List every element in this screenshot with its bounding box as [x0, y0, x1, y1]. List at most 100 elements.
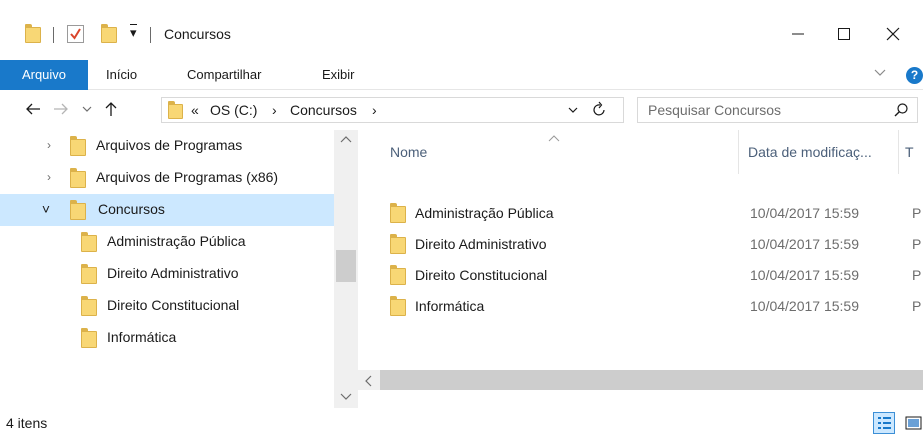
folder-icon [25, 24, 41, 43]
folder-icon [70, 200, 86, 220]
new-folder-icon[interactable] [101, 24, 117, 43]
breadcrumb-overflow[interactable]: « [191, 102, 199, 118]
navigation-bar: « OS (C:) › Concursos › [0, 90, 923, 130]
scroll-up-arrow-icon[interactable] [334, 134, 358, 146]
maximize-icon [838, 28, 850, 40]
minimize-button[interactable] [775, 18, 821, 50]
breadcrumb-concursos[interactable]: Concursos [290, 102, 357, 118]
up-arrow-icon [105, 102, 117, 116]
refresh-icon [593, 101, 605, 116]
folder-icon [70, 136, 86, 156]
navigation-pane: › Arquivos de Programas › Arquivos de Pr… [0, 130, 358, 414]
address-dropdown-button[interactable] [567, 104, 579, 119]
tab-compartilhar[interactable]: Compartilhar [187, 60, 261, 90]
folder-icon [81, 328, 97, 348]
file-row[interactable]: Informática 10/04/2017 15:59 P [382, 293, 923, 319]
details-view-button[interactable] [873, 412, 895, 434]
minimize-icon [792, 33, 804, 35]
forward-button[interactable] [50, 98, 72, 120]
tab-arquivo[interactable]: Arquivo [0, 60, 88, 90]
file-row[interactable]: Administração Pública 10/04/2017 15:59 P [382, 200, 923, 226]
column-divider[interactable] [898, 130, 899, 174]
address-bar[interactable]: « OS (C:) › Concursos › [161, 97, 624, 123]
column-divider[interactable] [738, 130, 739, 174]
chevron-down-icon [568, 107, 578, 113]
tree-item-arquivos-de-programas[interactable]: › Arquivos de Programas [0, 130, 334, 162]
file-name: Administração Pública [415, 205, 554, 221]
chevron-right-icon[interactable]: › [43, 170, 55, 184]
folder-icon [81, 296, 97, 316]
folder-icon [390, 265, 406, 285]
column-header-name[interactable]: Nome [390, 130, 740, 174]
forward-arrow-icon [54, 103, 68, 115]
file-row[interactable]: Direito Constitucional 10/04/2017 15:59 … [382, 262, 923, 288]
file-date: 10/04/2017 15:59 [750, 236, 859, 252]
file-type: P [912, 298, 922, 314]
column-header-label: Data de modificaç... [748, 144, 872, 160]
folder-icon [81, 232, 97, 252]
file-type: P [912, 236, 922, 252]
tree-item-label: Administração Pública [107, 233, 246, 249]
scroll-left-arrow-icon[interactable] [364, 375, 372, 390]
properties-check-icon[interactable] [67, 25, 84, 43]
column-header-type[interactable]: T [905, 130, 923, 174]
tree-item-direito-administrativo[interactable]: Direito Administrativo [0, 258, 334, 290]
file-name: Informática [415, 298, 485, 314]
search-box[interactable] [637, 97, 918, 123]
scroll-down-arrow-icon[interactable] [334, 392, 358, 404]
up-button[interactable] [100, 98, 122, 120]
file-type: P [912, 205, 922, 221]
horizontal-scrollbar[interactable] [358, 370, 923, 390]
title-bar: ▾ Concursos [0, 0, 923, 60]
search-input[interactable] [648, 101, 878, 119]
tree-item-arquivos-de-programas-x86[interactable]: › Arquivos de Programas (x86) [0, 162, 334, 194]
expand-ribbon-icon[interactable] [874, 66, 886, 80]
file-date: 10/04/2017 15:59 [750, 298, 859, 314]
recent-locations-button[interactable] [76, 98, 98, 120]
search-icon[interactable] [893, 102, 909, 121]
tree-item-label: Informática [107, 329, 177, 345]
item-count: 4 itens [6, 415, 48, 431]
large-icons-view-icon [905, 416, 922, 430]
horizontal-scroll-thumb[interactable] [380, 370, 923, 390]
column-header-date[interactable]: Data de modificaç... [748, 130, 898, 174]
chevron-right-icon[interactable]: › [43, 138, 55, 152]
tree-item-direito-constitucional[interactable]: Direito Constitucional [0, 290, 334, 322]
chevron-down-icon [82, 106, 92, 112]
column-header-label: T [905, 144, 914, 160]
tree-item-informatica[interactable]: Informática [0, 322, 334, 354]
breadcrumb-separator[interactable]: › [372, 102, 377, 118]
breadcrumb-os-c[interactable]: OS (C:) [210, 102, 257, 118]
tree-item-concursos[interactable]: ˅ Concursos [0, 194, 334, 226]
chevron-down-icon[interactable]: ˅ [40, 201, 52, 217]
folder-icon [81, 264, 97, 284]
tree-item-label: Direito Constitucional [107, 297, 240, 313]
close-button[interactable] [870, 18, 916, 50]
customize-quick-access-button[interactable]: ▾ [130, 24, 137, 41]
tree-item-label: Arquivos de Programas (x86) [96, 169, 279, 185]
maximize-button[interactable] [821, 18, 867, 50]
file-type: P [912, 267, 922, 283]
column-header-label: Nome [390, 144, 428, 160]
file-date: 10/04/2017 15:59 [750, 267, 859, 283]
folder-icon [390, 296, 406, 316]
file-row[interactable]: Direito Administrativo 10/04/2017 15:59 … [382, 231, 923, 257]
back-button[interactable] [22, 98, 44, 120]
toolbar-divider [150, 27, 151, 43]
nav-pane-scroll-thumb[interactable] [336, 250, 356, 282]
folder-icon [70, 168, 86, 188]
tab-exibir[interactable]: Exibir [322, 60, 355, 90]
folder-icon [390, 234, 406, 254]
file-date: 10/04/2017 15:59 [750, 205, 859, 221]
folder-icon [168, 101, 183, 119]
toolbar-divider [53, 27, 54, 43]
help-button[interactable]: ? [906, 67, 923, 84]
refresh-button[interactable] [592, 101, 608, 122]
breadcrumb-separator[interactable]: › [272, 102, 277, 118]
large-icons-view-button[interactable] [903, 412, 923, 434]
tree-item-label: Concursos [98, 201, 165, 217]
tab-inicio[interactable]: Início [106, 60, 137, 90]
file-name: Direito Administrativo [415, 236, 547, 252]
tree-item-administracao-publica[interactable]: Administração Pública [0, 226, 334, 258]
file-list-pane: Nome Data de modificaç... T Administraçã… [358, 130, 923, 414]
